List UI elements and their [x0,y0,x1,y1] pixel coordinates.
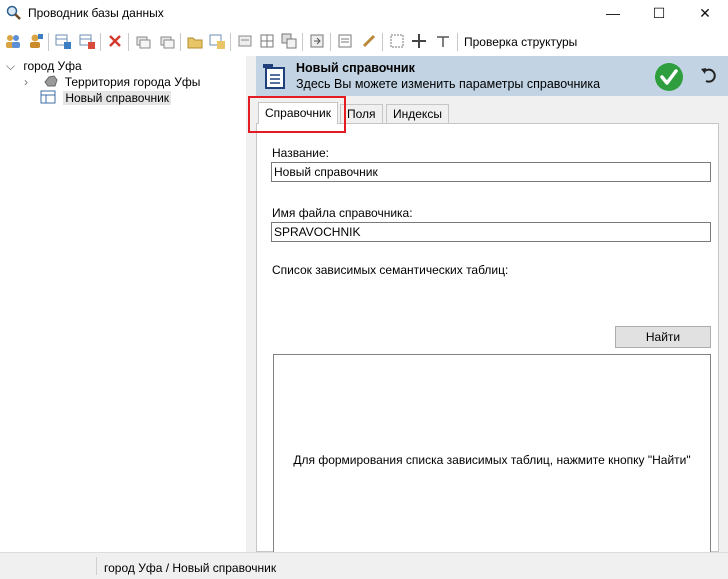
toolbar-separator [128,33,129,51]
status-bar: город Уфа / Новый справочник [0,552,728,579]
toolbar-separator [302,33,303,51]
crop-icon[interactable] [388,32,406,50]
tab-fields[interactable]: Поля [340,104,383,123]
chevron-down-icon[interactable]: ⌵ [6,58,20,74]
status-separator [96,557,97,575]
status-path: город Уфа / Новый справочник [104,561,277,575]
toolbar: Проверка структуры [0,28,728,56]
table-add-icon[interactable] [54,32,72,50]
minimize-button[interactable]: — [590,0,636,26]
title-bar: Проводник базы данных — ☐ ✕ [0,0,728,26]
undo-icon[interactable] [699,66,719,89]
file-name-field[interactable]: SPRAVOCHNIK [271,222,711,242]
plus-icon[interactable] [410,32,428,50]
tab-highlight-frame [248,96,346,133]
users-icon[interactable] [4,32,22,50]
export-icon[interactable] [308,32,326,50]
toolbar-separator [180,33,181,51]
toolbar-separator [48,33,49,51]
tab-content-reference: Название: Новый справочник Имя файла спр… [256,123,719,568]
header-subtitle: Здесь Вы можете изменить параметры справ… [296,77,601,91]
pencil-icon[interactable] [360,32,378,50]
tree-node-label: Территория города Уфы [64,75,201,90]
folder-icon[interactable] [186,32,204,50]
layers-icon[interactable] [280,32,298,50]
copy-icon[interactable] [134,32,152,50]
properties-header: Новый справочник Здесь Вы можете изменит… [256,56,728,96]
tree-node-label: Новый справочник [63,91,172,106]
chevron-right-icon[interactable]: › [24,74,40,90]
table-remove-icon[interactable] [78,32,96,50]
grid-icon[interactable] [258,32,276,50]
name-field[interactable]: Новый справочник [271,162,711,182]
file-name-label: Имя файла справочника: [272,206,413,220]
find-button[interactable]: Найти [615,326,711,348]
toolbar-separator [457,33,458,51]
database-tree: ⌵ город Уфа › Территория города Уфы Новы… [0,56,246,552]
header-title: Новый справочник [296,61,415,75]
tree-node-label: город Уфа [23,59,82,73]
dependent-tables-label: Список зависимых семантических таблиц: [272,263,509,277]
window-title: Проводник базы данных [28,6,164,20]
toolbar-separator [230,33,231,51]
tab-indexes[interactable]: Индексы [386,104,449,123]
list-placeholder-message: Для формирования списка зависимых таблиц… [293,453,691,467]
toolbar-separator [330,33,331,51]
tree-node-territory[interactable]: › Территория города Уфы [24,74,200,90]
name-label: Название: [272,146,329,160]
toolbar-separator [382,33,383,51]
refresh-icon[interactable] [208,32,226,50]
edit-icon[interactable] [236,32,254,50]
delete-icon[interactable] [106,32,124,50]
close-button[interactable]: ✕ [682,0,728,26]
list-icon[interactable] [336,32,354,50]
maximize-button[interactable]: ☐ [636,0,682,26]
check-structure-button[interactable]: Проверка структуры [464,35,577,49]
tree-node-new-reference[interactable]: Новый справочник [40,90,172,108]
copy-alt-icon[interactable] [158,32,176,50]
apply-check-icon[interactable] [654,62,684,95]
reference-table-icon [40,90,60,108]
filter-icon[interactable] [434,32,452,50]
dependent-tables-list[interactable]: Для формирования списка зависимых таблиц… [273,354,711,568]
tree-node-root[interactable]: ⌵ город Уфа [6,58,82,74]
toolbar-separator [100,33,101,51]
reference-book-icon [260,60,290,93]
user-add-icon[interactable] [26,32,44,50]
app-search-icon [6,5,22,21]
